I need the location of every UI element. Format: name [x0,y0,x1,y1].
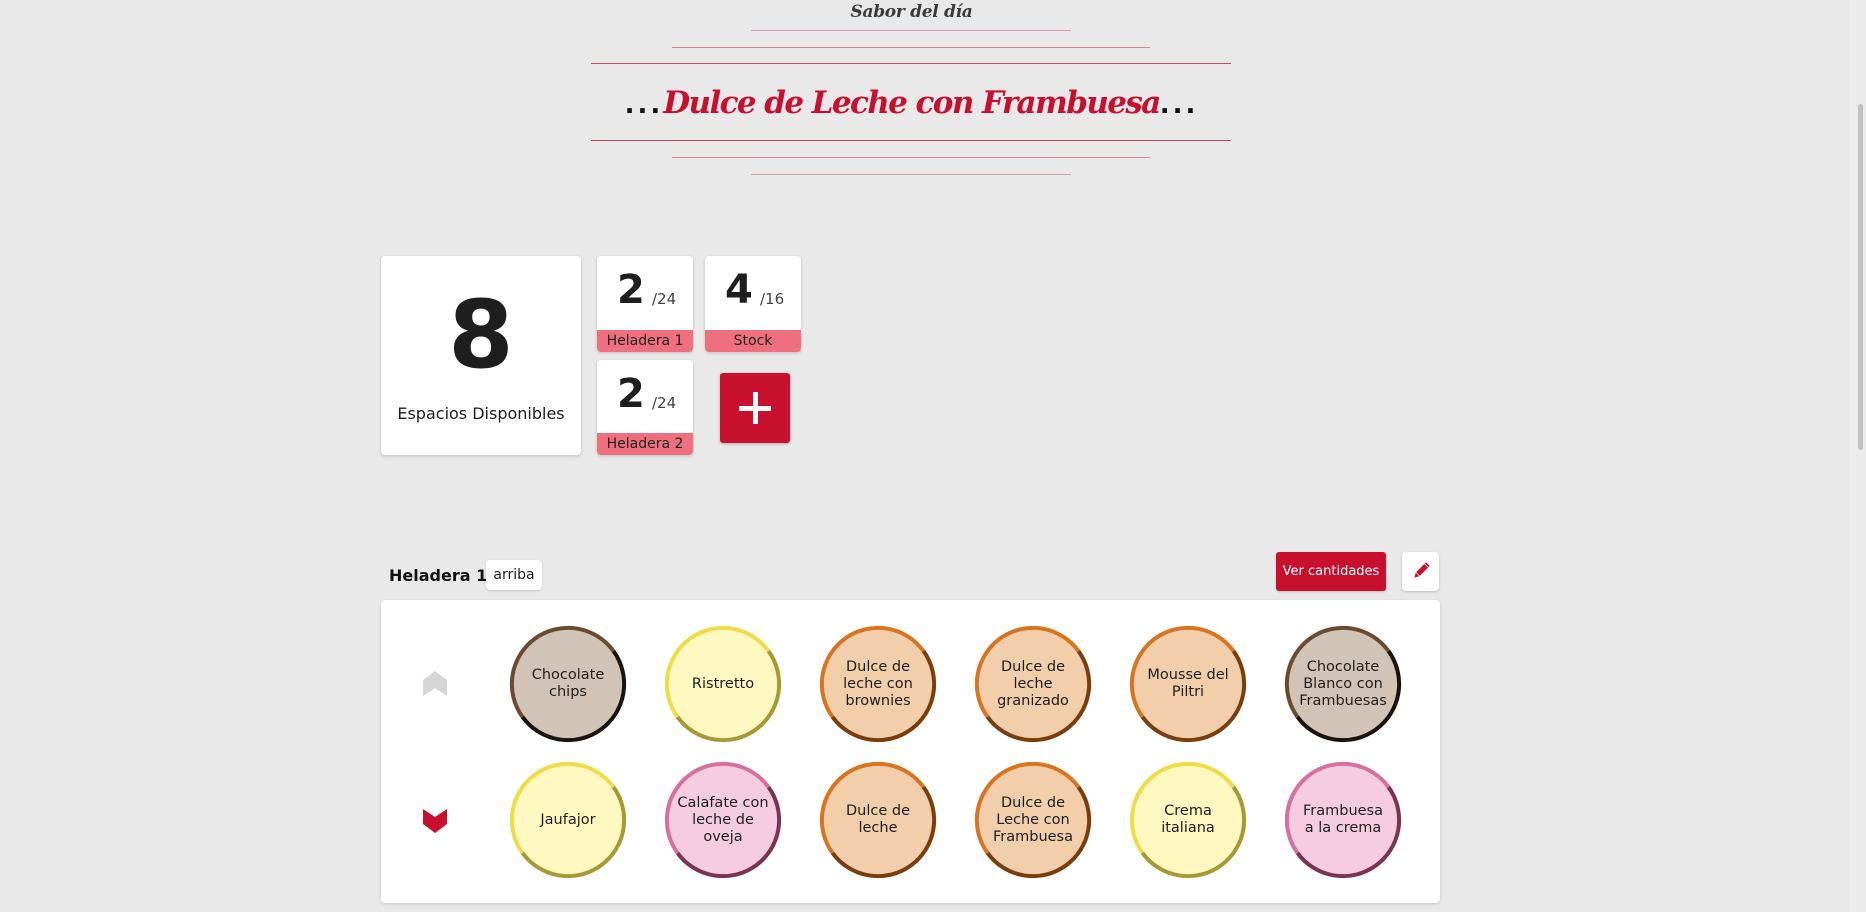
flavor-tub[interactable]: Chocolate chips [508,624,628,744]
flavor-name: Chocolate Blanco con Frambuesas [1299,658,1387,709]
flavor-name: Dulce de leche [845,803,910,836]
chevron-up-icon[interactable] [420,669,450,699]
decor-line [751,30,1071,31]
dots-right: ... [1159,90,1199,120]
decor-line [672,157,1150,158]
pencil-icon [1414,562,1430,578]
fridge-2-capacity: /24 [652,394,677,412]
fridge-flavors-panel: Chocolate chips Ristretto Dulce de leche c… [381,600,1440,903]
flavor-tub[interactable]: Calafate con leche de oveja [663,760,783,880]
flavor-tub[interactable]: Dulce de leche granizado [973,624,1093,744]
fridge-2-label: Heladera 2 [597,433,693,455]
flavor-name: Mousse del Piltri [1147,667,1229,700]
flavor-name: Calafate con leche de oveja [677,794,769,845]
fridge-1-capacity: /24 [652,290,677,308]
scrollbar-thumb[interactable] [1858,104,1863,450]
dots-left: ... [624,90,664,120]
decor-line [591,140,1231,141]
view-quantities-button[interactable]: Ver cantidades [1276,552,1386,591]
decor-line [672,47,1150,48]
chevron-down-icon[interactable] [420,805,450,835]
flavor-tub[interactable]: Mousse del Piltri [1128,624,1248,744]
decor-line [591,63,1231,64]
fridge-1-count: 2 [617,267,645,313]
flavor-tub[interactable]: Chocolate Blanco con Frambuesas [1283,624,1403,744]
flavor-name: Ristretto [691,675,755,692]
flavor-tub[interactable]: Ristretto [663,624,783,744]
decor-line [751,174,1071,175]
available-spaces-card: 8 Espacios Disponibles [381,256,581,455]
flavor-tub[interactable]: Crema italiana [1128,760,1248,880]
fridge-2-card[interactable]: 2 /24 Heladera 2 [597,360,693,455]
flavor-name: Crema italiana [1161,803,1215,836]
available-spaces-count: 8 [448,281,514,390]
flavor-tub[interactable]: Jaufajor [508,760,628,880]
subtitle-sabor-del-dia: Sabor del día [850,2,973,22]
flavor-tub[interactable]: Dulce de Leche con Frambuesa [973,760,1093,880]
fridge-section-title: Heladera 1 - [389,566,500,585]
add-button[interactable] [720,373,790,443]
fridge-2-count: 2 [617,371,645,417]
stock-count: 4 [725,267,753,313]
flavor-name: Dulce de Leche con Frambuesa [992,794,1073,845]
flavor-name: Chocolate chips [531,667,605,700]
stock-card[interactable]: 4 /16 Stock [705,256,801,352]
flavor-tub[interactable]: Dulce de leche con brownies [818,624,938,744]
flavor-tub[interactable]: Dulce de leche [818,760,938,880]
flavor-name: Dulce de leche granizado [997,658,1069,709]
scrollbar[interactable] [1849,0,1866,912]
flavor-name: Frambuesa a la crema [1302,803,1383,836]
stock-capacity: /16 [760,290,785,308]
stock-label: Stock [705,330,801,352]
available-spaces-label: Espacios Disponibles [397,404,565,423]
fridge-1-card[interactable]: 2 /24 Heladera 1 [597,256,693,352]
edit-button[interactable] [1402,552,1439,591]
flavor-name: Dulce de leche con brownies [843,658,913,709]
fridge-level-select[interactable]: arriba [486,560,542,590]
flavor-tub[interactable]: Frambuesa a la crema [1283,760,1403,880]
fridge-1-label: Heladera 1 [597,330,693,352]
flavor-name: Jaufajor [540,811,596,828]
flavor-of-the-day-name: Dulce de Leche con Frambuesa [663,85,1161,121]
flavor-of-the-day: ...Dulce de Leche con Frambuesa... [0,82,1823,126]
